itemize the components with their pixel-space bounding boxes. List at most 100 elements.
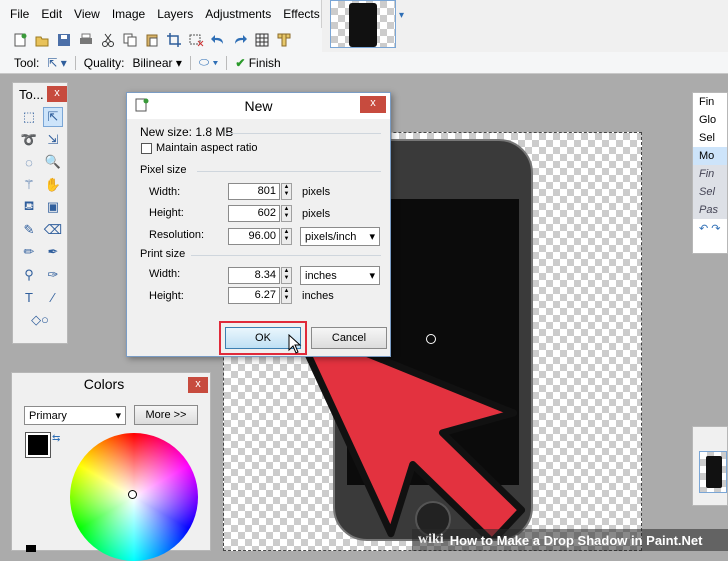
resolution-unit-select[interactable]: pixels/inch ▾ [300,227,380,246]
color-wheel-cursor[interactable] [128,490,137,499]
undo-icon[interactable] [210,32,226,48]
toolbar-divider [189,55,191,70]
divider [197,171,381,172]
tabs-dropdown-icon[interactable]: ▾ [399,10,404,21]
maintain-aspect-row[interactable]: Maintain aspect ratio [141,142,258,154]
menu-edit[interactable]: Edit [41,7,62,21]
rotate-handle-icon[interactable]: ⬭ ▾ [199,55,218,70]
text-icon[interactable]: T [19,287,39,307]
pan-icon[interactable]: ✋ [43,175,63,195]
redo-icon[interactable] [232,32,248,48]
print-height-label: Height: [149,290,184,302]
print-width-spinner[interactable]: ▲ ▼ [281,267,292,284]
print-height-input[interactable]: 6.27 [228,287,280,304]
finish-button[interactable]: ✔ Finish [235,56,280,70]
chevron-down-icon: ▾ [369,270,375,282]
menu-effects[interactable]: Effects [283,7,319,21]
tools-close-button[interactable]: x [47,86,67,102]
tools-panel: To... x ⬚ ⇱ ➰ ⇲ ◌ 🔍 ⚚ ✋ ⛾ ▣ ✎ ⌫ ✏ ✒ ⚲ ✑ … [12,82,68,344]
dialog-close-button[interactable]: x [360,96,386,113]
history-item[interactable]: Sel [693,129,727,147]
menu-file[interactable]: File [10,7,29,21]
shapes-icon[interactable]: ◇○ [19,310,61,330]
new-size-text: New size: 1.8 MB [140,125,234,139]
width-unit: pixels [302,185,331,198]
image-tab-thumbnail[interactable] [330,0,396,48]
resolution-spinner[interactable]: ▲ ▼ [281,228,292,245]
paintbrush-icon[interactable]: ✎ [19,220,39,240]
colors-close-button[interactable]: x [188,377,208,393]
colors-panel: Colors x Primary ▾ More >> ⇆ [11,372,211,561]
print-height-spinner[interactable]: ▲ ▼ [281,287,292,304]
rectangle-select-icon[interactable]: ⬚ [19,107,39,127]
menu-image[interactable]: Image [112,7,145,21]
crop-icon[interactable] [166,32,182,48]
new-image-dialog: New x New size: 1.8 MB Maintain aspect r… [126,92,391,357]
deselect-icon[interactable] [188,32,204,48]
red-arrow-icon [296,326,526,538]
swap-colors-icon[interactable]: ⇆ [52,433,60,444]
history-panel: Fin Glo Sel Mo Fin Sel Pas ↶ ↷ [692,92,728,254]
save-icon[interactable] [56,32,72,48]
history-item[interactable]: Fin [693,165,727,183]
copy-icon[interactable] [122,32,138,48]
color-picker-icon[interactable]: ✒ [43,242,63,262]
width-label: Width: [149,186,181,198]
tools-grid: ⬚ ⇱ ➰ ⇲ ◌ 🔍 ⚚ ✋ ⛾ ▣ ✎ ⌫ ✏ ✒ ⚲ ✑ T ⁄ ◇○ [19,107,65,332]
history-item[interactable]: Mo [693,147,727,165]
move-tool-dropdown-icon[interactable]: ⇱ ▾ [47,56,66,70]
magic-wand-icon[interactable]: ⚚ [19,175,39,195]
tool-options-bar: Tool: ⇱ ▾ Quality: Bilinear ▾ ⬭ ▾ ✔ Fini… [0,52,728,74]
ruler-icon[interactable] [276,32,292,48]
move-selection-icon[interactable]: ⇲ [43,130,63,150]
height-input[interactable]: 602 [228,205,280,222]
history-item[interactable]: Glo [693,111,727,129]
paint-bucket-icon[interactable]: ⛾ [19,197,39,217]
clone-stamp-icon[interactable]: ⚲ [19,265,39,285]
history-undo-redo[interactable]: ↶ ↷ [693,219,727,237]
cancel-button[interactable]: Cancel [311,327,387,349]
print-width-label: Width: [149,268,181,280]
lasso-select-icon[interactable]: ➰ [19,130,39,150]
paste-icon[interactable] [144,32,160,48]
watermark-text: How to Make a Drop Shadow in Paint.Net [449,532,703,548]
grid-icon[interactable] [254,32,270,48]
quality-select[interactable]: Bilinear ▾ [132,56,181,70]
gradient-icon[interactable]: ▣ [43,197,63,217]
menu-view[interactable]: View [74,7,100,21]
width-input[interactable]: 801 [228,183,280,200]
eraser-icon[interactable]: ⌫ [43,220,63,240]
more-colors-button[interactable]: More >> [134,405,198,425]
recolor-icon[interactable]: ✑ [43,265,63,285]
cut-icon[interactable] [100,32,116,48]
layer-thumbnail[interactable] [699,451,727,493]
print-height-unit: inches [302,289,334,302]
toolbar-divider [74,55,76,70]
line-curve-icon[interactable]: ⁄ [43,287,63,307]
ellipse-select-icon[interactable]: ◌ [19,152,39,172]
color-wheel[interactable] [70,433,198,561]
pixel-size-label: Pixel size [140,164,187,176]
print-icon[interactable] [78,32,94,48]
history-item[interactable]: Fin [693,93,727,111]
chevron-down-icon: ▾ [115,410,121,422]
history-item[interactable]: Pas [693,201,727,219]
color-mode-select[interactable]: Primary ▾ [24,406,126,425]
height-spinner[interactable]: ▲ ▼ [281,205,292,222]
history-item[interactable]: Sel [693,183,727,201]
open-file-icon[interactable] [34,32,50,48]
print-width-input[interactable]: 8.34 [228,267,280,284]
move-selected-icon[interactable]: ⇱ [43,107,63,127]
zoom-icon[interactable]: 🔍 [43,152,63,172]
print-unit-select[interactable]: inches ▾ [300,266,380,285]
resolution-input[interactable]: 96.00 [228,228,280,245]
pencil-icon[interactable]: ✏ [19,242,39,262]
maintain-aspect-checkbox[interactable] [141,142,152,154]
menu-adjustments[interactable]: Adjustments [205,7,271,21]
width-spinner[interactable]: ▲ ▼ [281,183,292,200]
colors-panel-title: Colors [83,376,125,392]
main-toolbar [0,28,322,52]
primary-color-swatch[interactable] [25,432,51,458]
new-file-icon[interactable] [12,32,28,48]
menu-layers[interactable]: Layers [157,7,193,21]
